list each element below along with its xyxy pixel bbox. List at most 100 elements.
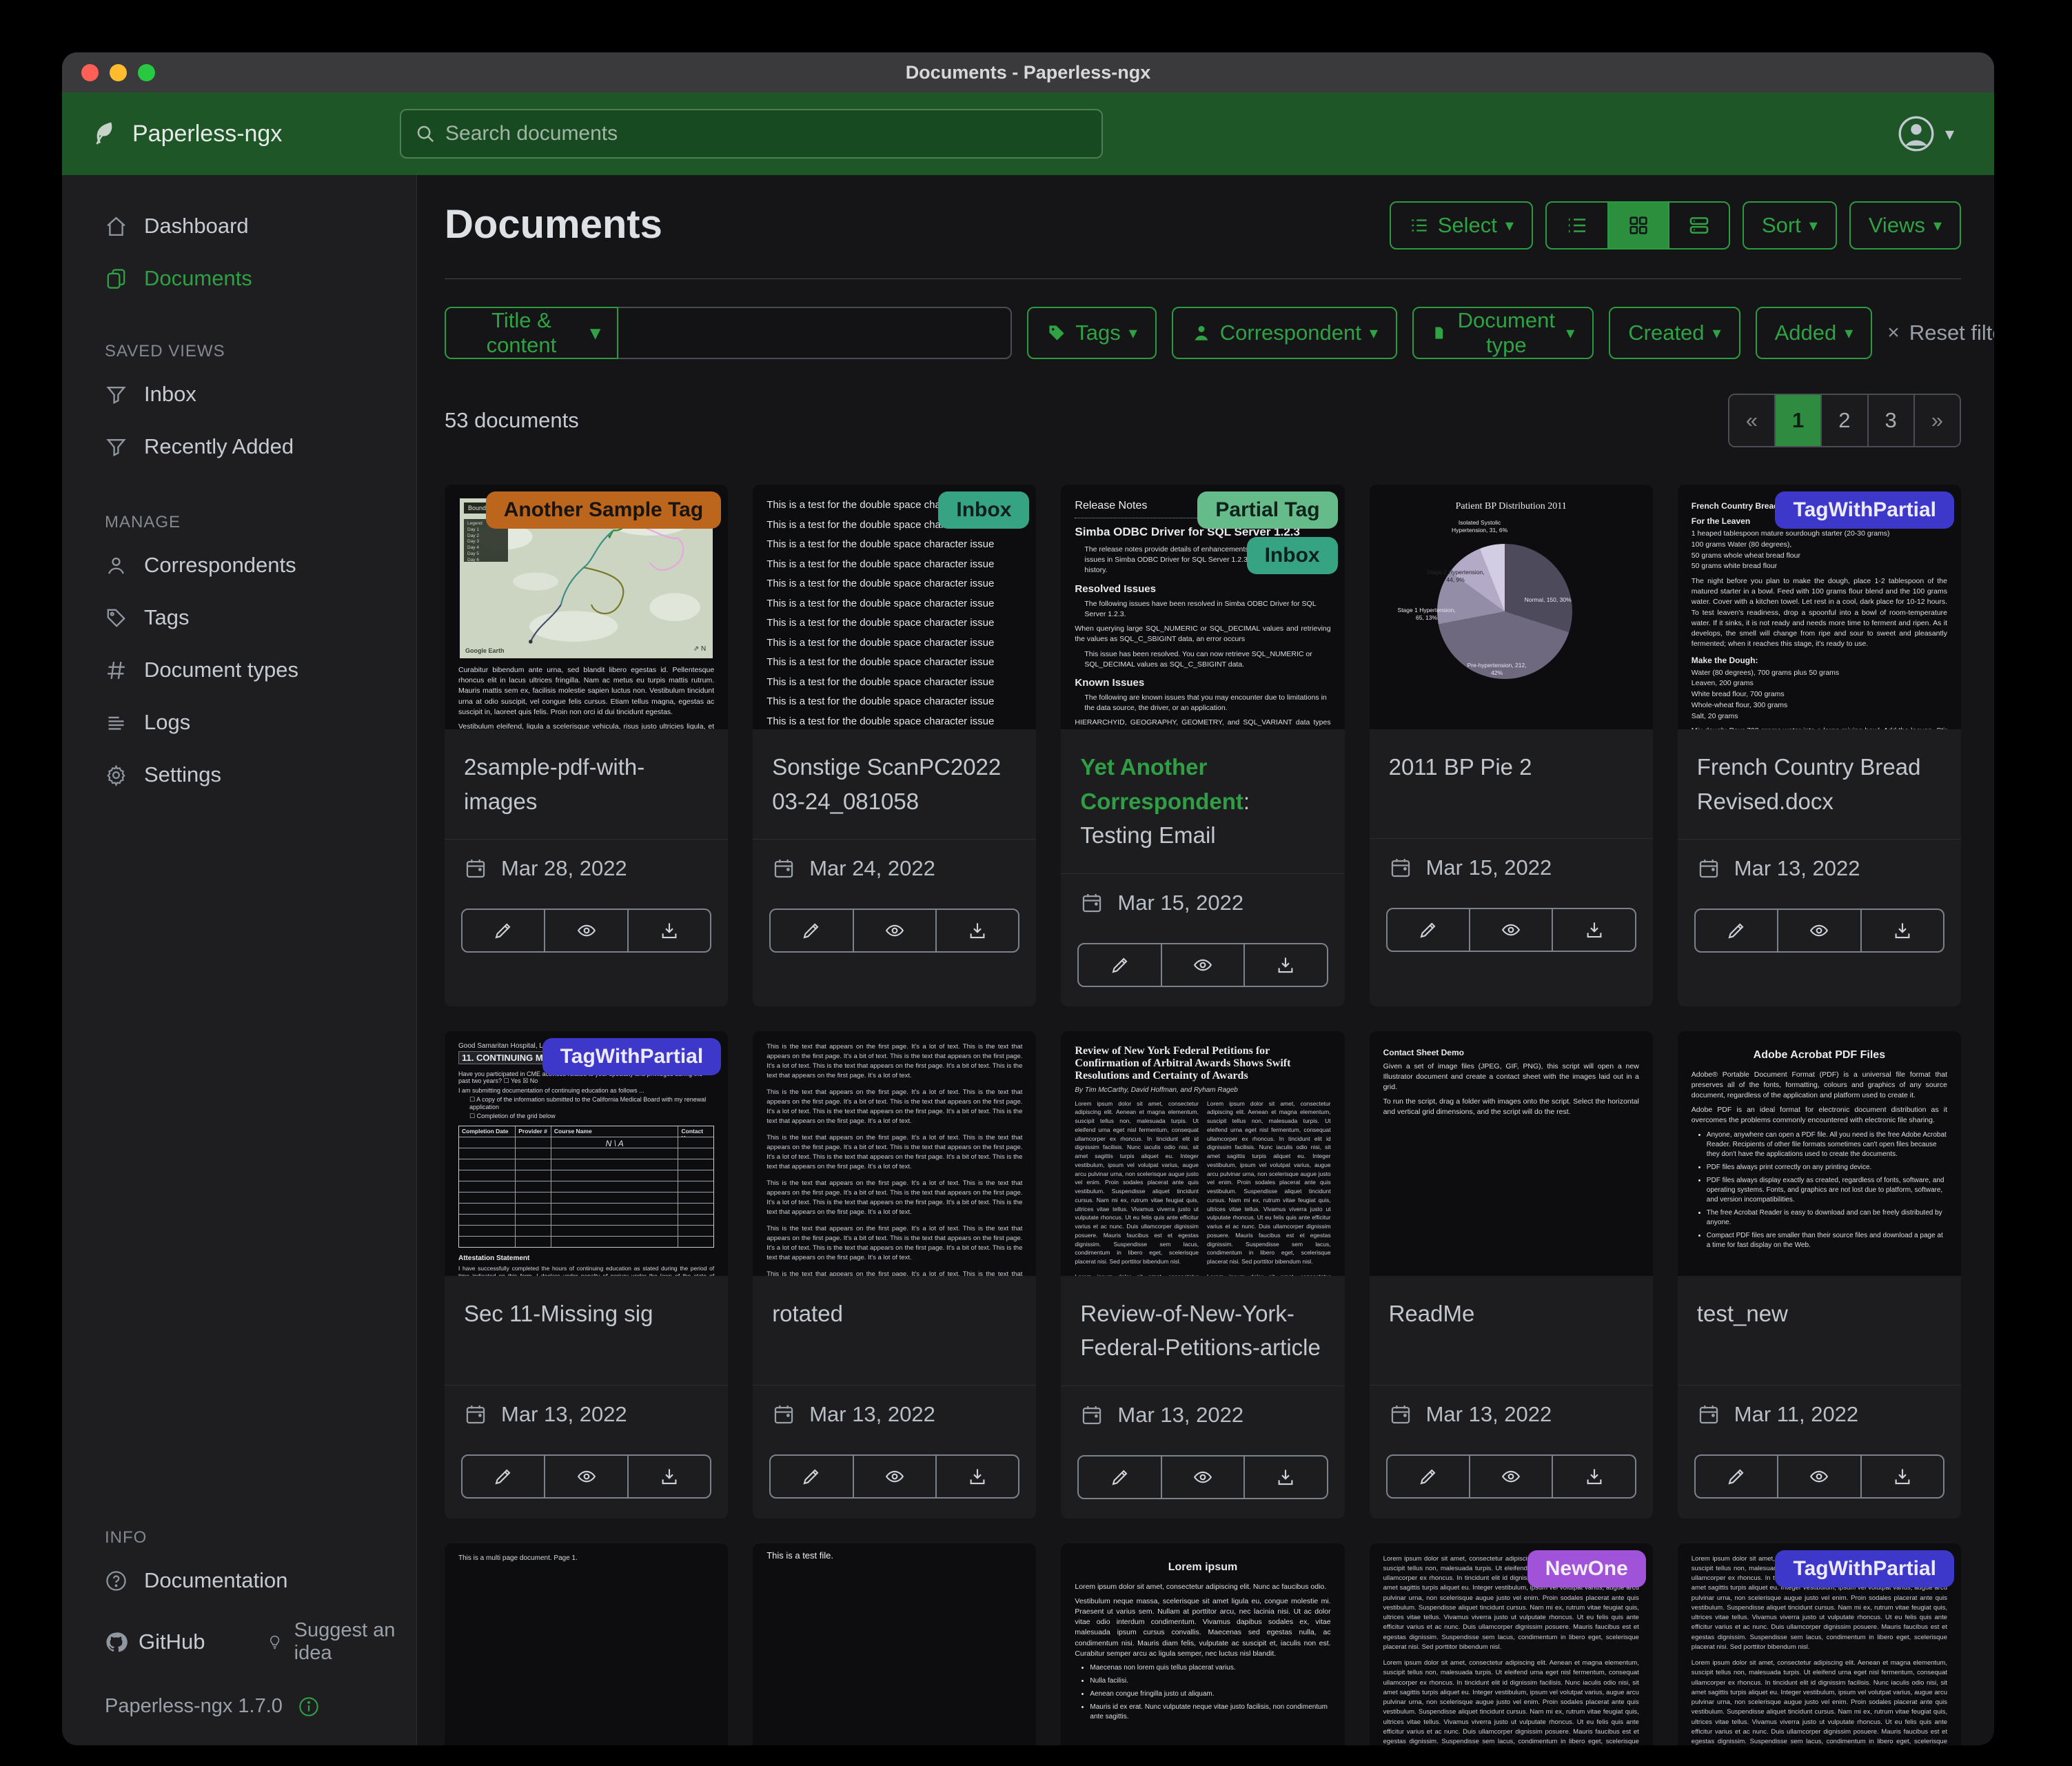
tag-badge[interactable]: NewOne	[1527, 1550, 1646, 1587]
edit-button[interactable]	[1694, 1454, 1778, 1499]
edit-button[interactable]	[461, 1454, 545, 1499]
document-thumbnail[interactable]: Contact Sheet DemoGiven a set of image f…	[1370, 1031, 1653, 1276]
document-title[interactable]: Sec 11-Missing sig	[445, 1276, 728, 1385]
tag-badge[interactable]: TagWithPartial	[1775, 1550, 1954, 1587]
sidebar-item-logs[interactable]: Logs	[62, 696, 416, 749]
edit-button[interactable]	[1077, 943, 1161, 987]
edit-button[interactable]	[461, 909, 545, 953]
pagination-next[interactable]: »	[1913, 395, 1960, 446]
document-card[interactable]: Adobe Acrobat PDF FilesAdobe® Portable D…	[1678, 1031, 1961, 1519]
edit-button[interactable]	[1694, 909, 1778, 953]
document-title[interactable]: rotated	[753, 1276, 1036, 1385]
filter-field-selector[interactable]: Title & content▾	[445, 307, 618, 359]
edit-button[interactable]	[769, 1454, 853, 1499]
download-button[interactable]	[629, 1454, 711, 1499]
document-title[interactable]: test_new	[1678, 1276, 1961, 1385]
sidebar-item-inbox[interactable]: Inbox	[62, 368, 416, 420]
minimize-window-button[interactable]	[110, 64, 127, 81]
document-card[interactable]: Review of New York Federal Petitions for…	[1061, 1031, 1344, 1519]
filter-added-button[interactable]: Added▾	[1756, 307, 1873, 359]
pagination-page-1[interactable]: 1	[1774, 395, 1820, 446]
document-thumbnail[interactable]: Review of New York Federal Petitions for…	[1061, 1031, 1344, 1276]
document-correspondent-link[interactable]: Yet Another Correspondent	[1080, 754, 1243, 814]
download-button[interactable]	[1245, 1455, 1328, 1499]
view-button[interactable]	[545, 909, 628, 953]
sidebar-item-recently-added[interactable]: Recently Added	[62, 420, 416, 473]
tag-badge[interactable]: Inbox	[938, 491, 1029, 529]
close-window-button[interactable]	[81, 64, 99, 81]
global-search[interactable]	[400, 109, 1103, 159]
edit-button[interactable]	[1077, 1455, 1161, 1499]
view-button[interactable]	[1470, 1454, 1553, 1499]
document-title[interactable]: 2011 BP Pie 2	[1370, 729, 1653, 838]
sidebar-item-github[interactable]: GitHub	[105, 1630, 205, 1654]
zoom-window-button[interactable]	[138, 64, 155, 81]
sidebar-item-documentation[interactable]: Documentation	[62, 1554, 416, 1607]
document-thumbnail[interactable]: Lorem ipsum dolor sit amet, consectetur …	[1370, 1543, 1653, 1746]
document-card[interactable]: This is the text that appears on the fir…	[753, 1031, 1036, 1519]
tag-badge[interactable]: Partial Tag	[1197, 491, 1337, 529]
document-thumbnail[interactable]: Good Samaritan Hospital, Los Angeles11. …	[445, 1031, 728, 1276]
document-card[interactable]: Lorem ipsum dolor sit amet, consectetur …	[1678, 1543, 1961, 1746]
document-card[interactable]: French Country BreadFor the Leaven1 heap…	[1678, 485, 1961, 1006]
view-button[interactable]	[1162, 1455, 1245, 1499]
pagination-page-2[interactable]: 2	[1820, 395, 1867, 446]
document-thumbnail[interactable]: This is the text that appears on the fir…	[753, 1031, 1036, 1276]
document-card[interactable]: Boundary Waters TripLegendDay 1Day 2Day …	[445, 485, 728, 1006]
view-button[interactable]	[854, 1454, 937, 1499]
info-circle-icon[interactable]	[298, 1696, 320, 1718]
search-input[interactable]	[445, 122, 1088, 145]
filter-tags-button[interactable]: Tags▾	[1027, 307, 1157, 359]
document-thumbnail[interactable]: Patient BP Distribution 2011Normal, 150,…	[1370, 485, 1653, 729]
document-thumbnail[interactable]: This is a test file.	[753, 1543, 1036, 1746]
sidebar-item-tags[interactable]: Tags	[62, 591, 416, 644]
document-thumbnail[interactable]: Lorem ipsum dolor sit amet, consectetur …	[1678, 1543, 1961, 1746]
user-menu[interactable]: ▾	[1897, 114, 1954, 153]
tag-badge[interactable]: Another Sample Tag	[486, 491, 721, 529]
filter-correspondent-button[interactable]: Correspondent▾	[1172, 307, 1397, 359]
view-button[interactable]	[545, 1454, 628, 1499]
document-card[interactable]: Lorem ipsumLorem ipsum dolor sit amet, c…	[1061, 1543, 1344, 1746]
document-card[interactable]: Release NotesSimba ODBC Driver for SQL S…	[1061, 485, 1344, 1006]
sidebar-item-documents[interactable]: Documents	[62, 252, 416, 305]
tag-badge[interactable]: Inbox	[1247, 537, 1338, 574]
sidebar-item-document-types[interactable]: Document types	[62, 644, 416, 696]
view-mode-cards[interactable]	[1668, 203, 1729, 248]
download-button[interactable]	[1862, 1454, 1944, 1499]
document-title[interactable]: Review-of-New-York-Federal-Petitions-art…	[1061, 1276, 1344, 1386]
view-button[interactable]	[1778, 1454, 1861, 1499]
filter-document-type-button[interactable]: Document type▾	[1412, 307, 1594, 359]
brand[interactable]: Paperless-ngx	[90, 119, 386, 149]
download-button[interactable]	[937, 1454, 1019, 1499]
sidebar-item-settings[interactable]: Settings	[62, 749, 416, 801]
reset-filters-button[interactable]: × Reset filters	[1887, 321, 1994, 345]
document-card[interactable]: Lorem ipsum dolor sit amet, consectetur …	[1370, 1543, 1653, 1746]
download-button[interactable]	[1245, 943, 1328, 987]
document-title[interactable]: ReadMe	[1370, 1276, 1653, 1385]
document-card[interactable]: This is a test file.simple txt file	[753, 1543, 1036, 1746]
download-button[interactable]	[629, 909, 711, 953]
document-card[interactable]: Contact Sheet DemoGiven a set of image f…	[1370, 1031, 1653, 1519]
download-button[interactable]	[1553, 1454, 1636, 1499]
tag-badge[interactable]: TagWithPartial	[1775, 491, 1954, 529]
document-thumbnail[interactable]: Lorem ipsumLorem ipsum dolor sit amet, c…	[1061, 1543, 1344, 1746]
document-title[interactable]: Yet Another Correspondent: Testing Email	[1061, 729, 1344, 873]
document-thumbnail[interactable]: This is a test for the double space char…	[753, 485, 1036, 729]
edit-button[interactable]	[1386, 908, 1470, 952]
download-button[interactable]	[1862, 909, 1944, 953]
document-title[interactable]: French Country Bread Revised.docx	[1678, 729, 1961, 839]
filter-created-button[interactable]: Created▾	[1609, 307, 1740, 359]
views-button[interactable]: Views▾	[1849, 201, 1961, 250]
edit-button[interactable]	[769, 909, 853, 953]
document-thumbnail[interactable]: Adobe Acrobat PDF FilesAdobe® Portable D…	[1678, 1031, 1961, 1276]
select-button[interactable]: Select▾	[1390, 201, 1533, 250]
view-button[interactable]	[854, 909, 937, 953]
document-card[interactable]: Good Samaritan Hospital, Los Angeles11. …	[445, 1031, 728, 1519]
view-button[interactable]	[1162, 943, 1245, 987]
edit-button[interactable]	[1386, 1454, 1470, 1499]
document-title[interactable]: 2sample-pdf-with-images	[445, 729, 728, 839]
download-button[interactable]	[1553, 908, 1636, 952]
document-thumbnail[interactable]: French Country BreadFor the Leaven1 heap…	[1678, 485, 1961, 729]
filter-text-input[interactable]	[618, 307, 1012, 359]
document-card[interactable]: Patient BP Distribution 2011Normal, 150,…	[1370, 485, 1653, 1006]
